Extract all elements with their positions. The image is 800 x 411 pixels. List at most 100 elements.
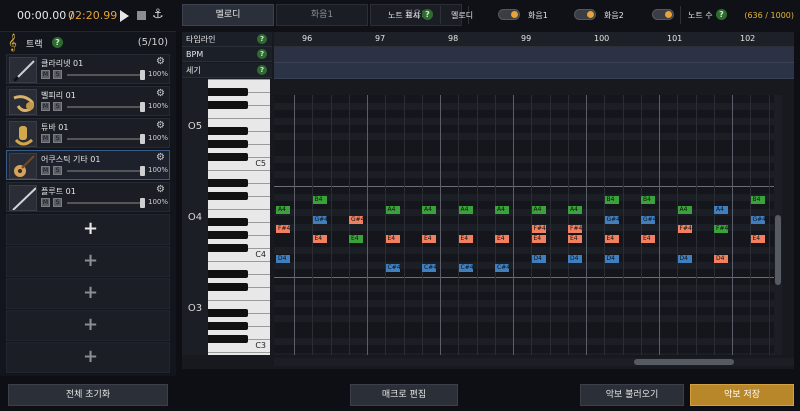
note-block[interactable]: A4 bbox=[422, 206, 436, 214]
volume-knob[interactable] bbox=[140, 70, 145, 80]
mute-button[interactable]: M bbox=[41, 102, 50, 111]
black-key[interactable] bbox=[208, 88, 248, 96]
add-track-button[interactable]: + bbox=[6, 246, 170, 277]
add-track-button[interactable]: + bbox=[6, 214, 170, 245]
gear-icon[interactable]: ⚙ bbox=[156, 120, 165, 131]
note-block[interactable]: E4 bbox=[641, 235, 655, 244]
macro-edit-button[interactable]: 매크로 편집 bbox=[350, 384, 458, 406]
note-block[interactable]: E4 bbox=[422, 235, 436, 244]
note-block[interactable]: D4 bbox=[677, 254, 692, 263]
note-block[interactable]: D4 bbox=[714, 254, 728, 263]
track-item[interactable]: 어쿠스틱 기타 01 ⚙ M S 100% bbox=[6, 150, 170, 180]
volume-slider[interactable] bbox=[67, 138, 143, 140]
note-block[interactable]: B4 bbox=[604, 196, 619, 205]
timeline-ruler[interactable]: 96 97 98 99 100 101 102 bbox=[274, 32, 794, 47]
note-block[interactable]: E4 bbox=[531, 235, 546, 244]
bpm-lane[interactable] bbox=[274, 47, 794, 63]
tab-harmony1[interactable]: 화음1 bbox=[276, 4, 368, 26]
black-key[interactable] bbox=[208, 140, 248, 148]
melody-toggle[interactable] bbox=[498, 9, 520, 20]
note-block[interactable]: D4 bbox=[276, 254, 290, 263]
play-icon[interactable] bbox=[120, 10, 129, 22]
black-key[interactable] bbox=[208, 127, 248, 135]
note-block[interactable]: E4 bbox=[458, 235, 473, 244]
help-icon[interactable]: ? bbox=[257, 49, 267, 59]
help-icon[interactable]: ? bbox=[257, 65, 267, 75]
piano-keyboard[interactable]: C5 C4 C3 bbox=[208, 79, 270, 355]
note-block[interactable]: C#4 bbox=[458, 264, 474, 273]
note-block[interactable]: A4 bbox=[458, 206, 473, 214]
note-block[interactable]: G#4 bbox=[641, 215, 657, 224]
note-block[interactable]: A4 bbox=[495, 206, 509, 214]
scroll-thumb[interactable] bbox=[634, 359, 734, 365]
track-item[interactable]: 플루트 01 ⚙ M S 100% bbox=[6, 182, 170, 212]
track-item[interactable]: 튜바 01 ⚙ M S 100% bbox=[6, 118, 170, 148]
note-block[interactable]: B4 bbox=[312, 196, 327, 205]
solo-button[interactable]: S bbox=[53, 102, 62, 111]
reset-all-button[interactable]: 전체 초기화 bbox=[8, 384, 168, 406]
mute-button[interactable]: M bbox=[41, 198, 50, 207]
note-block[interactable]: F#4 bbox=[276, 225, 290, 234]
help-icon[interactable]: ? bbox=[257, 34, 267, 44]
note-block[interactable]: A4 bbox=[714, 206, 728, 214]
note-block[interactable]: B4 bbox=[750, 196, 765, 205]
black-key[interactable] bbox=[208, 179, 248, 187]
gear-icon[interactable]: ⚙ bbox=[156, 184, 165, 195]
volume-slider[interactable] bbox=[67, 202, 143, 204]
add-track-button[interactable]: + bbox=[6, 278, 170, 309]
horizontal-scrollbar[interactable] bbox=[274, 358, 794, 366]
note-block[interactable]: E4 bbox=[750, 235, 765, 244]
volume-slider[interactable] bbox=[67, 74, 143, 76]
black-key[interactable] bbox=[208, 322, 248, 330]
volume-knob[interactable] bbox=[140, 198, 145, 208]
volume-slider[interactable] bbox=[67, 170, 143, 172]
note-block[interactable]: A4 bbox=[276, 206, 290, 214]
note-block[interactable]: C#4 bbox=[385, 264, 401, 273]
note-block[interactable]: D4 bbox=[568, 254, 582, 263]
volume-knob[interactable] bbox=[140, 102, 145, 112]
note-block[interactable]: C#4 bbox=[495, 264, 510, 273]
black-key[interactable] bbox=[208, 309, 248, 317]
note-block[interactable]: F#4 bbox=[531, 225, 546, 234]
save-score-button[interactable]: 악보 저장 bbox=[690, 384, 794, 406]
note-block[interactable]: A4 bbox=[531, 206, 546, 214]
note-block[interactable]: G#4 bbox=[349, 215, 365, 224]
add-track-button[interactable]: + bbox=[6, 342, 170, 373]
note-block[interactable]: A4 bbox=[568, 206, 582, 214]
stop-icon[interactable] bbox=[137, 11, 146, 20]
metronome-icon[interactable]: ⚓ bbox=[152, 7, 164, 22]
solo-button[interactable]: S bbox=[53, 198, 62, 207]
tab-melody[interactable]: 멜로디 bbox=[182, 4, 274, 26]
note-grid[interactable]: A4 F#4 D4 B4 G#4 E4 G#4 E4 A4 E4 C#4 A4 E4 C#4 A4 E4 C#4… bbox=[274, 95, 774, 355]
black-key[interactable] bbox=[208, 153, 248, 161]
note-block[interactable]: E4 bbox=[495, 235, 509, 244]
solo-button[interactable]: S bbox=[53, 166, 62, 175]
note-block[interactable]: E4 bbox=[604, 235, 619, 244]
volume-knob[interactable] bbox=[140, 134, 145, 144]
help-icon[interactable]: ? bbox=[422, 9, 433, 20]
note-block[interactable]: E4 bbox=[312, 235, 327, 244]
mute-button[interactable]: M bbox=[41, 134, 50, 143]
help-icon[interactable]: ? bbox=[716, 9, 727, 20]
note-block[interactable]: D4 bbox=[604, 254, 619, 263]
volume-slider[interactable] bbox=[67, 106, 143, 108]
black-key[interactable] bbox=[208, 192, 248, 200]
black-key[interactable] bbox=[208, 335, 248, 343]
add-track-button[interactable]: + bbox=[6, 310, 170, 341]
load-score-button[interactable]: 악보 불러오기 bbox=[580, 384, 684, 406]
gear-icon[interactable]: ⚙ bbox=[156, 88, 165, 99]
track-item[interactable]: 벨피리 01 ⚙ M S 100% bbox=[6, 86, 170, 116]
note-block[interactable]: F#4 bbox=[568, 225, 582, 234]
note-block[interactable]: G#4 bbox=[312, 215, 328, 224]
mute-button[interactable]: M bbox=[41, 166, 50, 175]
gear-icon[interactable]: ⚙ bbox=[156, 56, 165, 67]
note-block[interactable]: D4 bbox=[531, 254, 546, 263]
black-key[interactable] bbox=[208, 244, 248, 252]
velocity-lane[interactable] bbox=[274, 63, 794, 79]
black-key[interactable] bbox=[208, 231, 248, 239]
solo-button[interactable]: S bbox=[53, 134, 62, 143]
gear-icon[interactable]: ⚙ bbox=[156, 152, 165, 163]
mute-button[interactable]: M bbox=[41, 70, 50, 79]
note-block[interactable]: F#4 bbox=[714, 225, 728, 234]
black-key[interactable] bbox=[208, 218, 248, 226]
